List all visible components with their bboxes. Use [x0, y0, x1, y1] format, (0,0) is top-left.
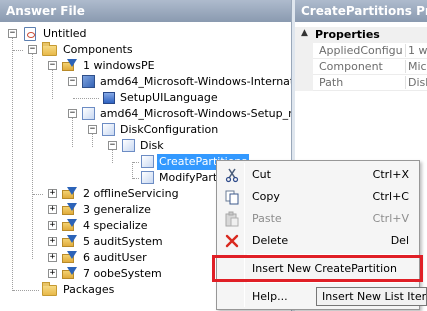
menu-item-shortcut: Ctrl+V: [372, 212, 409, 225]
configuration-pass-icon: [62, 251, 77, 265]
configuration-pass-icon: [62, 59, 77, 73]
tree-item-international-component[interactable]: − amd64_Microsoft-Windows-International-: [0, 74, 291, 90]
menu-item-label: Cut: [252, 168, 271, 181]
collapse-expander[interactable]: −: [68, 77, 77, 86]
property-row-appliedconfiguration[interactable]: AppliedConfigurati 1 wi: [295, 43, 427, 59]
property-value: 1 wi: [405, 44, 427, 57]
tree-item-label: amd64_Microsoft-Windows-Setup_neutral: [100, 107, 291, 120]
component-icon: [102, 123, 115, 136]
tree-item-label: 6 auditUser: [83, 251, 147, 264]
category-label: Properties: [315, 28, 380, 41]
tree-item-label: Untitled: [43, 27, 87, 40]
menu-item-shortcut: Del: [390, 234, 409, 247]
tree-item-disk[interactable]: − Disk: [0, 138, 291, 154]
tree-item-diskconfiguration[interactable]: − DiskConfiguration: [0, 122, 291, 138]
properties-header: CreatePartitions Pro: [295, 0, 427, 22]
expand-expander[interactable]: +: [48, 221, 57, 230]
property-row-component[interactable]: Component Micr: [295, 59, 427, 75]
tree-item-label: Disk: [140, 139, 164, 152]
folder-icon: [42, 282, 57, 296]
highlight-box: [212, 255, 423, 282]
collapse-expander[interactable]: −: [48, 61, 57, 70]
configuration-pass-icon: [62, 267, 77, 281]
configuration-pass-icon: [62, 219, 77, 233]
answer-file-header: Answer File: [0, 0, 291, 22]
configuration-pass-icon: [62, 235, 77, 249]
component-icon: [141, 171, 154, 184]
setting-icon: [103, 92, 115, 104]
folder-icon: [42, 42, 57, 56]
collapse-expander[interactable]: −: [28, 45, 37, 54]
properties-category[interactable]: ▲ Properties: [295, 27, 427, 43]
menu-item-label: Copy: [252, 190, 280, 203]
menu-item-copy[interactable]: Copy Ctrl+C: [219, 186, 417, 208]
collapse-category-icon[interactable]: ▲: [301, 28, 308, 38]
property-value: Disk: [405, 76, 427, 89]
collapse-expander[interactable]: −: [88, 125, 97, 134]
configuration-pass-icon: [62, 187, 77, 201]
expand-expander[interactable]: +: [48, 189, 57, 198]
menu-item-shortcut: Ctrl+C: [372, 190, 409, 203]
menu-item-label: Help...: [252, 290, 288, 303]
menu-item-cut[interactable]: Cut Ctrl+X: [219, 164, 417, 186]
tree-item-label: 7 oobeSystem: [83, 267, 162, 280]
tree-item-label: Components: [63, 43, 133, 56]
property-value: Micr: [405, 60, 427, 73]
component-icon: [122, 139, 135, 152]
property-row-path[interactable]: Path Disk: [295, 75, 427, 91]
paste-icon: [224, 211, 240, 227]
property-name: Path: [319, 76, 344, 89]
tree-item-windowspe[interactable]: − 1 windowsPE: [0, 58, 291, 74]
component-icon: [141, 155, 154, 168]
tree-item-untitled[interactable]: − Untitled: [0, 26, 291, 42]
menu-item-paste[interactable]: Paste Ctrl+V: [219, 208, 417, 230]
menu-item-delete[interactable]: Delete Del: [219, 230, 417, 252]
tree-item-components[interactable]: − Components: [0, 42, 291, 58]
delete-icon: [224, 233, 240, 249]
expand-expander[interactable]: +: [48, 269, 57, 278]
tree-item-setup-component[interactable]: − amd64_Microsoft-Windows-Setup_neutral: [0, 106, 291, 122]
property-name: AppliedConfigurati: [319, 44, 402, 57]
tree-item-label: Packages: [63, 283, 115, 296]
expand-expander[interactable]: +: [48, 205, 57, 214]
property-name: Component: [319, 60, 383, 73]
menu-item-shortcut: Ctrl+X: [372, 168, 409, 181]
tree-item-label: 3 generalize: [83, 203, 151, 216]
tree-item-label: SetupUILanguage: [120, 91, 218, 104]
tree-item-label: DiskConfiguration: [120, 123, 219, 136]
tree-item-label: 1 windowsPE: [83, 59, 155, 72]
tooltip: Insert New List Item: [316, 287, 427, 306]
answer-file-icon: [24, 27, 36, 41]
collapse-expander[interactable]: −: [8, 29, 17, 38]
menu-item-label: Delete: [252, 234, 289, 247]
tree-item-label: amd64_Microsoft-Windows-International-: [100, 75, 291, 88]
menu-item-label: Paste: [252, 212, 282, 225]
tree-item-label: 4 specialize: [83, 219, 148, 232]
tree-item-setupuilanguage[interactable]: SetupUILanguage: [0, 90, 291, 106]
component-icon: [82, 75, 95, 88]
collapse-expander[interactable]: −: [108, 141, 117, 150]
tree-item-label: 5 auditSystem: [83, 235, 163, 248]
component-icon: [82, 107, 95, 120]
copy-icon: [224, 189, 240, 205]
expand-expander[interactable]: +: [48, 237, 57, 246]
tree-item-label: 2 offlineServicing: [83, 187, 179, 200]
configuration-pass-icon: [62, 203, 77, 217]
collapse-expander[interactable]: −: [68, 109, 77, 118]
cut-icon: [224, 167, 240, 183]
expand-expander[interactable]: +: [48, 253, 57, 262]
